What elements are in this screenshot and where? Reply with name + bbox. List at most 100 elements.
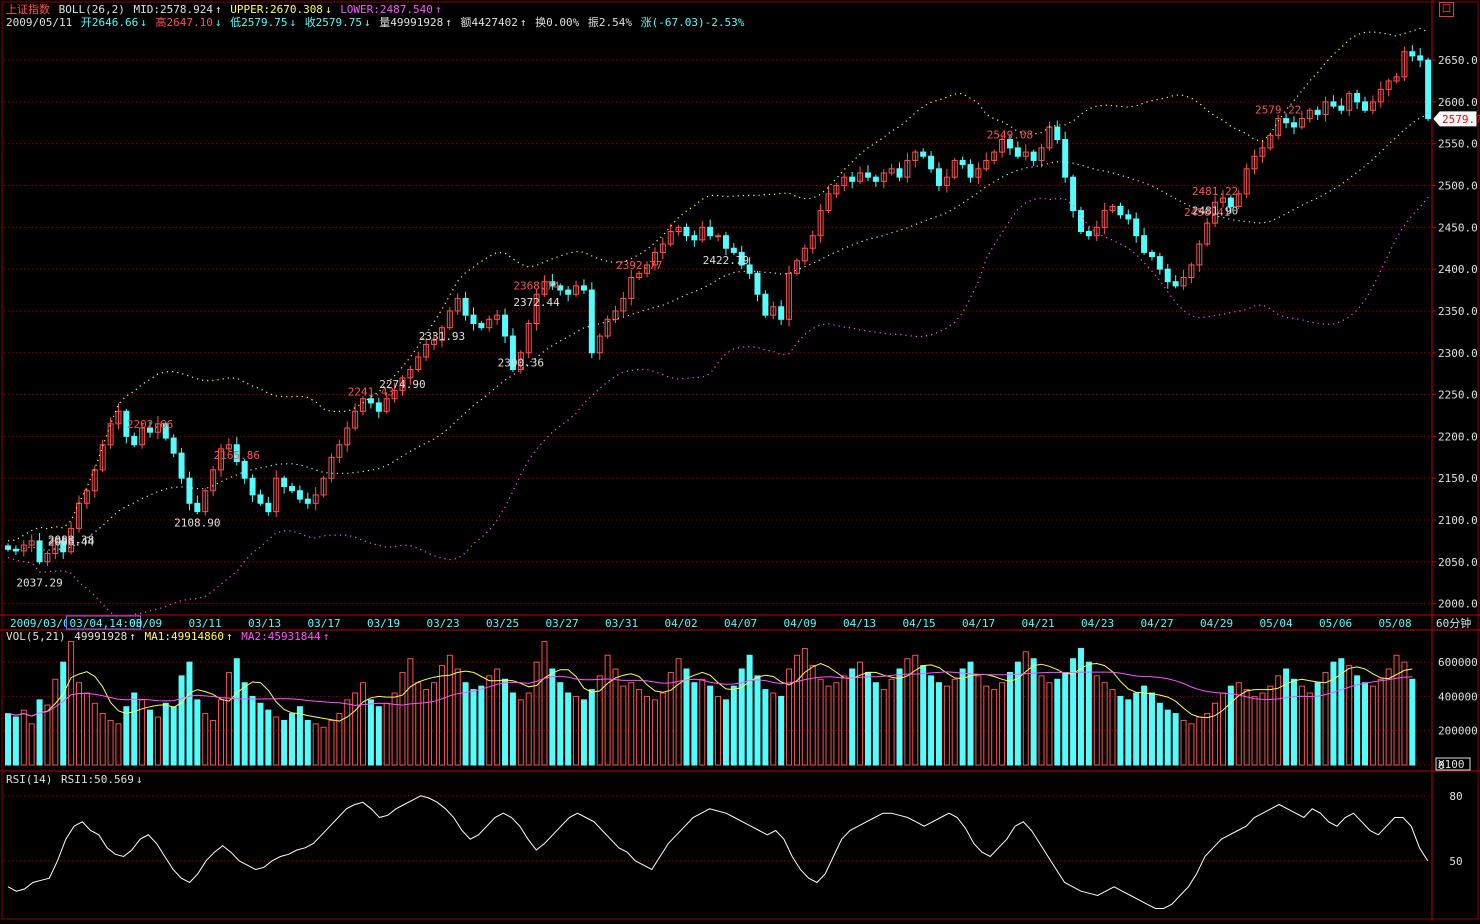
rsi-value: RSI1:50.569 bbox=[60, 773, 134, 786]
volume-bar bbox=[754, 675, 761, 766]
volume-unit-label: X100 bbox=[1438, 758, 1465, 771]
candle-body bbox=[1330, 101, 1337, 107]
price-tick-label: 2150.0 bbox=[1438, 472, 1478, 485]
chart-canvas[interactable]: 2650.0 2600.0 2550.0 2500.0 2450.0 2400.0 2350… bbox=[0, 0, 1480, 921]
x-axis-label: 04/17 bbox=[962, 617, 995, 630]
candle-body bbox=[265, 502, 272, 513]
boll-mid-line bbox=[7, 114, 1429, 551]
indicator-name[interactable]: BOLL(26,2) bbox=[59, 3, 125, 16]
x-axis-label: 04/15 bbox=[903, 617, 936, 630]
candle-body bbox=[131, 435, 138, 446]
x-axis-label: 04/21 bbox=[1022, 617, 1055, 630]
x-axis-label: 03/13 bbox=[248, 617, 281, 630]
candle-body bbox=[367, 398, 374, 404]
candle-body bbox=[588, 289, 595, 354]
volume-bar bbox=[147, 709, 154, 766]
restore-icon[interactable]: 口 bbox=[1439, 2, 1454, 17]
candle-body bbox=[1133, 218, 1140, 237]
volume-bar bbox=[36, 699, 43, 766]
volume-bar bbox=[249, 695, 256, 766]
volume-bar bbox=[344, 699, 351, 766]
arrow-down-icon: ↓ bbox=[324, 3, 332, 16]
volume-bar bbox=[454, 668, 461, 766]
candle-body bbox=[754, 272, 761, 295]
volume-bar bbox=[1346, 665, 1353, 766]
volume-bar bbox=[76, 682, 83, 766]
candle-body bbox=[1283, 118, 1290, 124]
volume-bar bbox=[896, 668, 903, 766]
extreme-value-label: 2422.79 bbox=[703, 254, 749, 267]
x-axis-label: 03/17 bbox=[308, 617, 341, 630]
volume-bar bbox=[1038, 675, 1045, 766]
candle-body bbox=[1054, 126, 1061, 141]
boll-lower-value: LOWER:2487.540 bbox=[340, 3, 433, 16]
volume-bar bbox=[375, 706, 382, 766]
volume-bar bbox=[194, 699, 201, 766]
rsi-tick-label: 80 bbox=[1449, 790, 1462, 803]
x-axis-label: 04/09 bbox=[784, 617, 817, 630]
candle-body bbox=[896, 168, 903, 178]
volume-bar bbox=[604, 654, 611, 766]
volume-bar bbox=[1006, 671, 1013, 766]
volume-bar bbox=[920, 665, 927, 766]
candle-body bbox=[849, 176, 856, 182]
candle-body bbox=[375, 402, 382, 412]
volume-bar bbox=[462, 682, 469, 766]
index-name[interactable]: 上证指数 bbox=[6, 3, 50, 16]
volume-bar bbox=[470, 689, 477, 766]
candle-body bbox=[1172, 281, 1179, 287]
volume-bar bbox=[241, 682, 248, 766]
extreme-value-label: 2331.93 bbox=[419, 330, 465, 343]
candle-body bbox=[1417, 55, 1424, 61]
volume-bar bbox=[667, 671, 674, 766]
candle-body bbox=[1014, 147, 1021, 157]
x-axis-label: 03/09 bbox=[129, 617, 162, 630]
volume-bar bbox=[793, 654, 800, 766]
arrow-down-icon: ↓ bbox=[214, 16, 222, 29]
volume-bar bbox=[959, 668, 966, 766]
volume-bar bbox=[178, 675, 185, 766]
x-axis-label: 03/11 bbox=[189, 617, 222, 630]
volume-bar bbox=[12, 716, 19, 766]
volume-bar bbox=[123, 706, 130, 766]
x-axis-label: 03/27 bbox=[546, 617, 579, 630]
candle-body bbox=[872, 176, 879, 182]
candle-body bbox=[1425, 59, 1432, 120]
volume-bar bbox=[983, 685, 990, 766]
volume-bar bbox=[1022, 651, 1029, 766]
candle-body bbox=[1409, 51, 1416, 57]
rsi-indicator-name[interactable]: RSI(14) bbox=[6, 773, 52, 786]
candle-body bbox=[1290, 122, 1297, 128]
candle-body bbox=[470, 314, 477, 325]
x-axis-label: 03/25 bbox=[486, 617, 519, 630]
volume-bar bbox=[83, 692, 90, 766]
volume-bar bbox=[1133, 692, 1140, 766]
candle-body bbox=[1030, 151, 1037, 161]
volume-bar bbox=[265, 709, 272, 766]
stock-chart-stage[interactable]: 2650.0 2600.0 2550.0 2500.0 2450.0 2400.0 2350… bbox=[0, 0, 1480, 921]
volume-bar bbox=[1219, 692, 1226, 766]
volume-bar bbox=[1204, 713, 1211, 766]
volume-bar bbox=[431, 682, 438, 766]
volume-bar bbox=[1361, 682, 1368, 766]
volume-bar bbox=[107, 719, 114, 766]
volume-bar bbox=[651, 699, 658, 766]
price-tick-label: 2450.0 bbox=[1438, 221, 1478, 234]
price-tick-label: 2000.0 bbox=[1438, 598, 1478, 611]
volume-bar bbox=[1243, 689, 1250, 766]
volume-bar bbox=[320, 726, 327, 766]
candle-body bbox=[1338, 105, 1345, 111]
price-tick-label: 2650.0 bbox=[1438, 54, 1478, 67]
candle-body bbox=[864, 172, 871, 178]
volume-bar bbox=[1180, 719, 1187, 766]
candle-body bbox=[1077, 210, 1084, 233]
x-axis-label: 05/08 bbox=[1379, 617, 1412, 630]
volume-bar bbox=[28, 723, 35, 766]
arrow-up-icon: ↑ bbox=[322, 630, 330, 643]
volume-tick-label: 600000 bbox=[1438, 656, 1478, 669]
volume-bar bbox=[5, 713, 11, 766]
quote-volume: 量49991928 bbox=[379, 16, 444, 29]
volume-indicator-name[interactable]: VOL(5,21) bbox=[6, 630, 66, 643]
volume-bar bbox=[1030, 658, 1037, 766]
candle-body bbox=[304, 498, 311, 504]
